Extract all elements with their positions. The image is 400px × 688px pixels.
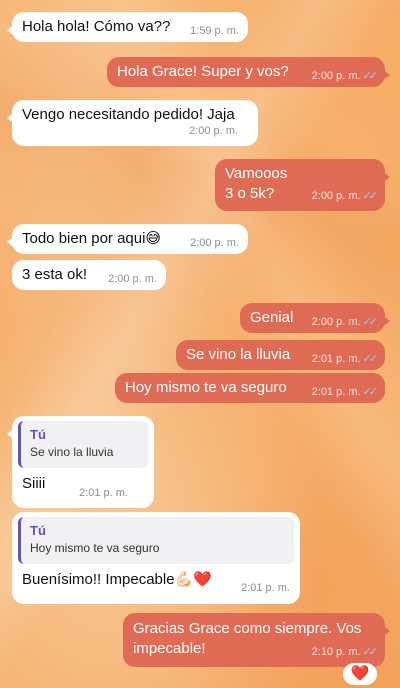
read-receipt-icon: ✓✓ [362,190,379,202]
message-incoming-reply[interactable]: Tú Se vino la lluvia Siiii 2:01 p. m. [7,416,154,508]
quote-text: Se vino la lluvia [30,445,114,459]
message-time: 2:00 p. m. [190,237,239,249]
message-outgoing[interactable]: Hoy mismo te va seguro 2:01 p. m. ✓✓ [115,373,385,403]
message-incoming[interactable]: Hola hola! Cómo va?? 1:59 p. m. [7,12,248,42]
quoted-message[interactable]: Tú Se vino la lluvia [18,421,148,468]
message-time: 2:10 p. m. [311,646,361,658]
quote-author: Tú [30,523,46,538]
message-time: 2:01 p. m. [241,582,290,594]
message-time: 2:01 p. m. [311,386,361,398]
quoted-message[interactable]: Tú Hoy mismo te va seguro [18,517,294,564]
message-time: 2:01 p. m. [311,353,361,365]
read-receipt-icon: ✓✓ [362,646,379,658]
message-text: Buenísimo!! Impecable💪🏻❤️ [22,571,212,588]
message-incoming-reply[interactable]: Tú Hoy mismo te va seguro Buenísimo!! Im… [12,512,300,604]
message-text: Siiii [22,475,46,492]
message-text: Hola Grace! Super y vos? [117,63,289,80]
message-outgoing[interactable]: Se vino la lluvia 2:01 p. m. ✓✓ [176,340,385,370]
read-receipt-icon: ✓✓ [362,316,379,328]
message-text: Genial [250,309,294,326]
heart-reaction-icon[interactable]: ❤️ [343,663,377,685]
message-text-line: Vamooos [225,165,288,182]
message-time: 1:59 p. m. [190,25,239,37]
read-receipt-icon: ✓✓ [362,70,379,82]
message-text: Hoy mismo te va seguro [125,379,287,396]
message-time: 2:00 p. m. [108,273,157,285]
message-text: Hola hola! Cómo va?? [22,18,171,35]
read-receipt-icon: ✓✓ [362,386,379,398]
message-text: Todo bien por aqui😅 [22,230,162,247]
message-time: 2:01 p. m. [79,487,128,499]
read-receipt-icon: ✓✓ [362,353,379,365]
message-time: 2:00 p. m. [311,316,361,328]
message-incoming[interactable]: Vengo necesitando pedido! Jaja 2:00 p. m… [7,100,258,146]
message-outgoing[interactable]: Gracias Grace como siempre. Vos impecabl… [123,613,390,667]
quote-author: Tú [30,427,46,442]
message-time: 2:00 p. m. [311,70,361,82]
message-text-line: Gracias Grace como siempre. Vos [133,620,362,637]
quote-text: Hoy mismo te va seguro [30,541,160,555]
message-text: Se vino la lluvia [186,346,291,363]
message-text: 3 esta ok! [22,266,88,283]
message-time: 2:00 p. m. [189,125,238,137]
message-outgoing[interactable]: Hola Grace! Super y vos? 2:00 p. m. ✓✓ [107,57,390,87]
message-time: 2:00 p. m. [311,190,361,202]
message-incoming[interactable]: Todo bien por aqui😅 2:00 p. m. [7,224,248,254]
message-outgoing[interactable]: Vamooos 3 o 5k? 2:00 p. m. ✓✓ [215,159,390,211]
message-outgoing[interactable]: Genial 2:00 p. m. ✓✓ [240,303,390,333]
message-incoming[interactable]: 3 esta ok! 2:00 p. m. [12,260,166,290]
